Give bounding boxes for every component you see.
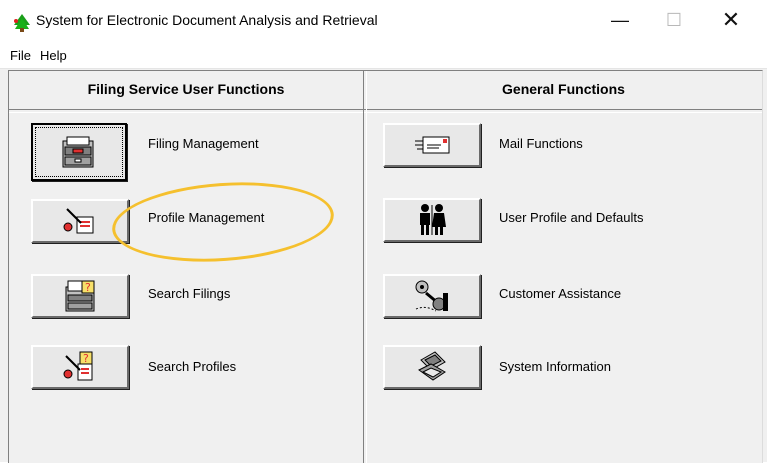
minimize-icon: —: [611, 9, 629, 30]
search-filings-button[interactable]: ?: [31, 274, 129, 318]
profile-quill-icon: [63, 208, 94, 234]
svg-text:?: ?: [83, 352, 89, 365]
title-bar: System for Electronic Document Analysis …: [0, 0, 767, 46]
section-title-filing: Filing Service User Functions: [87, 81, 285, 97]
main-panel: Filing Service User Functions General Fu…: [8, 70, 763, 463]
search-profiles-label: Search Profiles: [148, 359, 237, 374]
mail-envelope-icon: [415, 136, 450, 154]
search-filings-label: Search Filings: [148, 286, 231, 301]
maximize-button[interactable]: ☐: [651, 0, 697, 40]
column-divider: [363, 71, 367, 463]
people-icon: [420, 204, 446, 235]
menu-help[interactable]: Help: [40, 48, 67, 63]
close-button[interactable]: ✕: [708, 0, 754, 40]
mail-functions-button[interactable]: [383, 123, 481, 167]
menu-file[interactable]: File: [10, 48, 31, 63]
header-separator: [9, 109, 762, 113]
computer-icon: [418, 351, 446, 381]
system-information-label: System Information: [499, 359, 611, 374]
window-title: System for Electronic Document Analysis …: [36, 12, 378, 28]
user-profile-defaults-button[interactable]: [383, 198, 481, 242]
close-icon: ✕: [721, 7, 741, 32]
menu-bar: File Help: [0, 46, 767, 69]
filing-management-label: Filing Management: [148, 136, 259, 151]
customer-assistance-button[interactable]: [383, 274, 481, 318]
svg-text:?: ?: [85, 281, 91, 294]
system-information-button[interactable]: [383, 345, 481, 389]
section-title-general: General Functions: [502, 81, 625, 97]
file-cabinet-icon: [62, 136, 94, 168]
minimize-button[interactable]: —: [597, 0, 643, 40]
maximize-icon: ☐: [665, 9, 683, 30]
customer-assistance-label: Customer Assistance: [499, 286, 622, 301]
highlight-ellipse-annotation: [109, 175, 337, 269]
user-profile-defaults-label: User Profile and Defaults: [499, 210, 644, 225]
telephone-icon: [415, 280, 448, 312]
filing-management-button[interactable]: [31, 123, 127, 181]
search-profile-icon: ?: [63, 351, 93, 381]
mail-functions-label: Mail Functions: [499, 136, 583, 151]
search-profiles-button[interactable]: ?: [31, 345, 129, 389]
app-window: System for Electronic Document Analysis …: [0, 0, 767, 463]
tree-app-icon: [14, 14, 30, 32]
search-cabinet-icon: ?: [65, 280, 95, 312]
